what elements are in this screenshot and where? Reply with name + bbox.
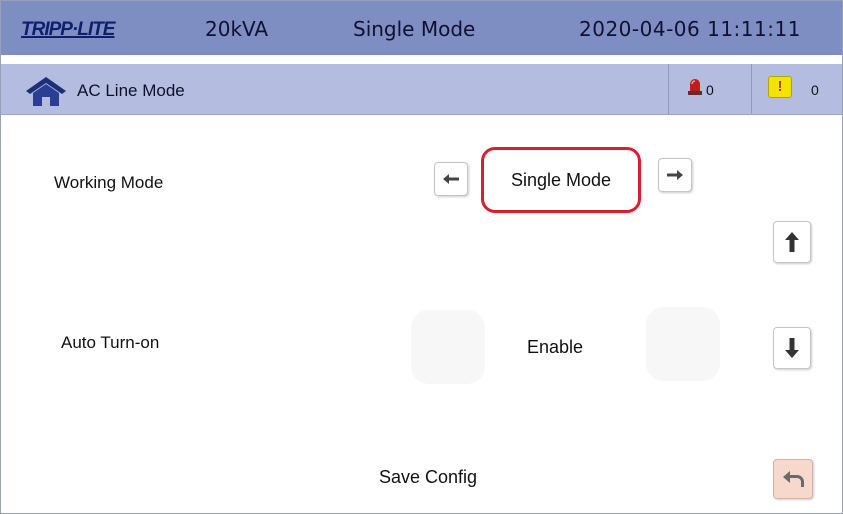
- working-mode-selector[interactable]: Single Mode: [481, 147, 641, 213]
- back-button[interactable]: [773, 459, 813, 499]
- arrow-left-icon: [443, 174, 459, 184]
- scroll-down-button[interactable]: [773, 327, 811, 369]
- arrow-up-icon: [785, 232, 799, 252]
- working-mode-value: Single Mode: [510, 170, 612, 190]
- status-bar: AC Line Mode 0 ! 0: [1, 64, 842, 115]
- brand-logo: TRIPP·LITE: [21, 19, 115, 40]
- home-icon[interactable]: [25, 76, 67, 106]
- alarm-light-icon[interactable]: [687, 77, 703, 97]
- working-mode-label: Working Mode: [54, 173, 164, 192]
- auto-turn-on-prev-button[interactable]: [411, 310, 485, 384]
- working-mode-prev-button[interactable]: [434, 162, 468, 196]
- auto-turn-on-value: Enable: [527, 337, 584, 357]
- scroll-up-button[interactable]: [773, 221, 811, 263]
- alarm-count: 0: [706, 82, 714, 98]
- auto-turn-on-label: Auto Turn-on: [61, 333, 160, 352]
- line-mode-label: AC Line Mode: [77, 81, 185, 100]
- warning-icon[interactable]: !: [768, 76, 792, 98]
- save-config-button[interactable]: Save Config: [379, 467, 477, 488]
- ups-settings-screen: TRIPP·LITE 20kVA Single Mode 2020-04-06 …: [0, 0, 843, 514]
- working-mode-next-button[interactable]: [658, 158, 692, 192]
- divider: [668, 64, 669, 114]
- top-bar: TRIPP·LITE 20kVA Single Mode 2020-04-06 …: [1, 1, 842, 55]
- capacity-label: 20kVA: [205, 17, 269, 41]
- arrow-down-icon: [785, 338, 799, 358]
- return-icon: [783, 471, 804, 487]
- warning-count: 0: [811, 82, 819, 98]
- datetime-label: 2020-04-06 11:11:11: [579, 17, 801, 41]
- system-mode-label: Single Mode: [353, 17, 476, 41]
- arrow-right-icon: [667, 170, 683, 180]
- divider: [751, 64, 752, 114]
- auto-turn-on-next-button[interactable]: [646, 307, 720, 381]
